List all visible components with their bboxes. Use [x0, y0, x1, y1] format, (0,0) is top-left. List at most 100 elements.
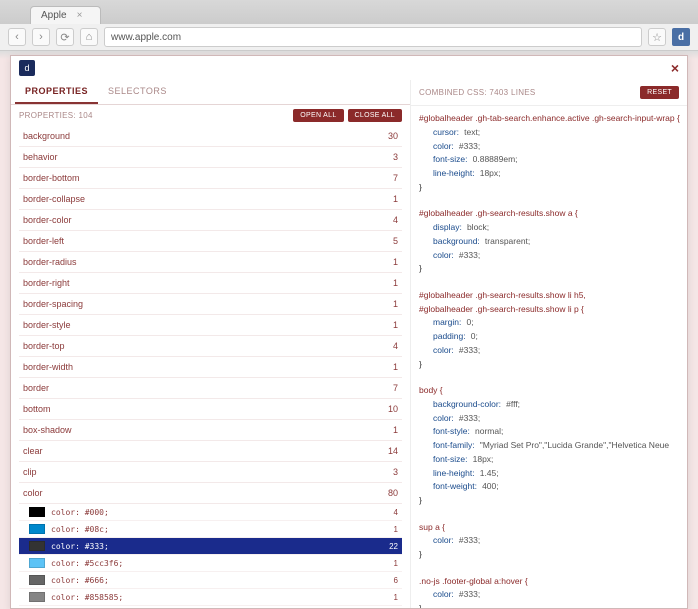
properties-count-label: PROPERTIES: 104 [19, 111, 93, 120]
property-row[interactable]: border-bottom 7 [19, 168, 402, 189]
color-value-row[interactable]: color: #999;13 [19, 606, 402, 608]
property-name: border-spacing [23, 299, 83, 309]
property-count: 80 [388, 488, 398, 498]
property-name: border-top [23, 341, 65, 351]
property-row[interactable]: border 7 [19, 378, 402, 399]
property-count: 7 [393, 173, 398, 183]
url-input[interactable] [104, 27, 642, 47]
property-row[interactable]: color 80 [19, 483, 402, 504]
reload-button[interactable]: ⟳ [56, 28, 74, 46]
property-row[interactable]: background30 [19, 126, 402, 147]
property-name: bottom [23, 404, 51, 414]
property-count: 5 [393, 236, 398, 246]
tab-title: Apple [41, 10, 67, 21]
property-row[interactable]: border-right 1 [19, 273, 402, 294]
property-name: border-collapse [23, 194, 85, 204]
property-row[interactable]: clear 14 [19, 441, 402, 462]
property-name: border-bottom [23, 173, 80, 183]
property-name: border-radius [23, 257, 77, 267]
property-name: clip [23, 467, 37, 477]
property-name: background [23, 131, 70, 141]
tab-selectors[interactable]: SELECTORS [98, 80, 177, 104]
property-row[interactable]: behavior3 [19, 147, 402, 168]
color-swatch [29, 524, 45, 534]
property-count: 1 [393, 425, 398, 435]
address-bar: ‹ › ⟳ ⌂ ☆ d [0, 24, 698, 50]
color-value-row[interactable]: color: #858585; 1 [19, 589, 402, 606]
property-row[interactable]: clip3 [19, 462, 402, 483]
property-count: 1 [393, 194, 398, 204]
tab-properties[interactable]: PROPERTIES [15, 80, 98, 104]
color-value-text: color: #000; [51, 508, 109, 517]
property-row[interactable]: bottom10 [19, 399, 402, 420]
browser-tab[interactable]: Apple × [30, 6, 101, 24]
panel-close-icon[interactable]: × [671, 60, 679, 76]
bookmark-icon[interactable]: ☆ [648, 28, 666, 46]
property-name: box-shadow [23, 425, 72, 435]
properties-subheader: PROPERTIES: 104 OPEN ALL CLOSE ALL [11, 105, 410, 126]
property-row[interactable]: border-spacing 1 [19, 294, 402, 315]
property-row[interactable]: border-collapse 1 [19, 189, 402, 210]
panel-logo: d [19, 60, 35, 76]
right-pane: COMBINED CSS: 7403 LINES RESET #globalhe… [411, 80, 687, 608]
property-row[interactable]: border-width 1 [19, 357, 402, 378]
devtools-panel: d × PROPERTIES SELECTORS PROPERTIES: 104… [10, 55, 688, 609]
property-count: 7 [393, 383, 398, 393]
color-value-count: 6 [394, 576, 398, 585]
color-value-row[interactable]: color: #000; 4 [19, 504, 402, 521]
color-swatch [29, 507, 45, 517]
left-pane: PROPERTIES SELECTORS PROPERTIES: 104 OPE… [11, 80, 411, 608]
property-count: 1 [393, 362, 398, 372]
right-header: COMBINED CSS: 7403 LINES RESET [411, 80, 687, 106]
home-button[interactable]: ⌂ [80, 28, 98, 46]
color-value-text: color: #666; [51, 576, 109, 585]
property-name: border [23, 383, 49, 393]
tab-close-icon[interactable]: × [77, 10, 83, 21]
color-swatch [29, 592, 45, 602]
property-row[interactable]: border-top 4 [19, 336, 402, 357]
property-name: clear [23, 446, 43, 456]
back-button[interactable]: ‹ [8, 28, 26, 46]
color-value-text: color: #08c; [51, 525, 109, 534]
property-count: 4 [393, 215, 398, 225]
forward-button[interactable]: › [32, 28, 50, 46]
property-count: 14 [388, 446, 398, 456]
property-count: 1 [393, 299, 398, 309]
color-value-count: 1 [394, 525, 398, 534]
property-name: border-right [23, 278, 70, 288]
property-name: color [23, 488, 43, 498]
color-swatch [29, 575, 45, 585]
color-value-count: 22 [389, 542, 398, 551]
close-all-button[interactable]: CLOSE ALL [348, 109, 402, 122]
color-value-count: 1 [394, 593, 398, 602]
property-name: border-color [23, 215, 72, 225]
browser-chrome: Apple × ‹ › ⟳ ⌂ ☆ d [0, 0, 698, 51]
property-count: 4 [393, 341, 398, 351]
color-value-row[interactable]: color: #08c; 1 [19, 521, 402, 538]
color-swatch [29, 558, 45, 568]
open-all-button[interactable]: OPEN ALL [293, 109, 343, 122]
main-tabs: PROPERTIES SELECTORS [11, 80, 410, 105]
color-value-row[interactable]: color: #666; 6 [19, 572, 402, 589]
property-count: 1 [393, 278, 398, 288]
color-value-text: color: #858585; [51, 593, 123, 602]
property-name: behavior [23, 152, 58, 162]
color-value-count: 4 [394, 508, 398, 517]
property-row[interactable]: box-shadow 1 [19, 420, 402, 441]
property-count: 1 [393, 320, 398, 330]
property-row[interactable]: border-style 1 [19, 315, 402, 336]
css-code-area[interactable]: #globalheader .gh-tab-search.enhance.act… [411, 106, 687, 608]
color-value-row[interactable]: color: #333; 22 [19, 538, 402, 555]
property-row[interactable]: border-color 4 [19, 210, 402, 231]
property-name: border-width [23, 362, 73, 372]
property-name: border-style [23, 320, 71, 330]
reset-button[interactable]: RESET [640, 86, 679, 99]
properties-list[interactable]: background30behavior3border-bottom7borde… [11, 126, 410, 608]
tab-bar: Apple × [0, 0, 698, 24]
color-value-text: color: #5cc3f6; [51, 559, 123, 568]
color-value-text: color: #333; [51, 542, 109, 551]
color-value-row[interactable]: color: #5cc3f6;1 [19, 555, 402, 572]
property-row[interactable]: border-radius1 [19, 252, 402, 273]
property-row[interactable]: border-left5 [19, 231, 402, 252]
extension-icon[interactable]: d [672, 28, 690, 46]
